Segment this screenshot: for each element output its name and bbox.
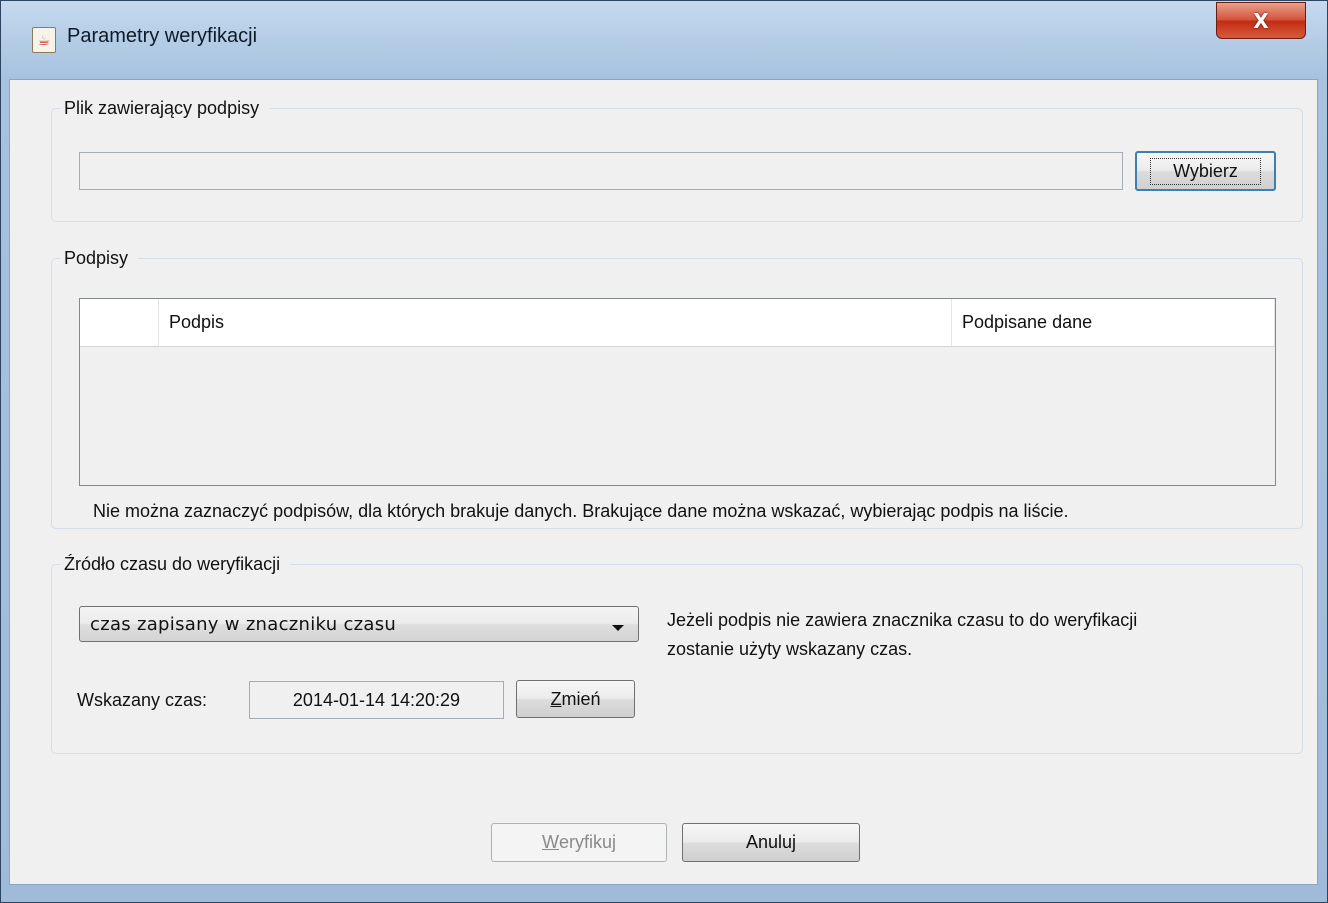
signatures-table[interactable]: Podpis Podpisane dane [79, 298, 1276, 486]
file-group-title: Plik zawierający podpisy [60, 97, 270, 119]
verify-label-rest: eryfikuj [558, 832, 616, 852]
close-icon: X [1253, 8, 1269, 33]
time-source-selected: czas zapisany w znaczniku czasu [90, 613, 397, 635]
choose-file-button[interactable]: Wybierz [1135, 151, 1276, 191]
signatures-hint: Nie można zaznaczyć podpisów, dla któryc… [93, 501, 1069, 521]
change-label-rest: mień [561, 688, 601, 709]
column-header-signature[interactable]: Podpis [159, 299, 952, 346]
dialog-window: ☕ Parametry weryfikacji X Plik zawierają… [0, 0, 1328, 903]
dialog-content: Plik zawierający podpisy Wybierz Podpisy… [9, 79, 1318, 885]
cancel-button[interactable]: Anuluj [682, 823, 860, 862]
column-header-signed-data[interactable]: Podpisane dane [952, 299, 1275, 346]
close-button[interactable]: X [1216, 2, 1306, 39]
time-source-group-title: Źródło czasu do weryfikacji [60, 553, 291, 575]
column-header-select[interactable] [80, 299, 159, 346]
signatures-group: Podpisy Podpis Podpisane dane Nie można … [51, 247, 1303, 529]
time-source-select[interactable]: czas zapisany w znaczniku czasu [79, 606, 639, 642]
change-mnemonic: Z [550, 688, 562, 709]
change-time-button[interactable]: Zmień [516, 680, 635, 718]
chevron-down-icon [612, 625, 624, 631]
file-group: Plik zawierający podpisy Wybierz [51, 97, 1303, 222]
file-path-field[interactable] [79, 152, 1123, 190]
table-header: Podpis Podpisane dane [80, 299, 1275, 347]
time-value: 2014-01-14 14:20:29 [292, 689, 461, 710]
time-source-group: Źródło czasu do weryfikacji czas zapisan… [51, 553, 1303, 754]
time-source-note-line2: zostanie użyty wskazany czas. [667, 639, 913, 659]
window-title: Parametry weryfikacji [67, 25, 258, 47]
signatures-group-title: Podpisy [60, 247, 139, 269]
time-source-note-line1: Jeżeli podpis nie zawiera znacznika czas… [667, 610, 1138, 630]
verify-mnemonic: W [541, 832, 559, 852]
verify-button[interactable]: Weryfikuj [491, 823, 667, 862]
title-bar[interactable]: ☕ Parametry weryfikacji X [1, 1, 1327, 79]
time-label: Wskazany czas: [77, 690, 208, 710]
choose-file-label: Wybierz [1150, 157, 1261, 185]
cancel-label: Anuluj [745, 832, 797, 852]
java-app-icon: ☕ [32, 27, 56, 53]
time-value-field: 2014-01-14 14:20:29 [249, 681, 504, 719]
